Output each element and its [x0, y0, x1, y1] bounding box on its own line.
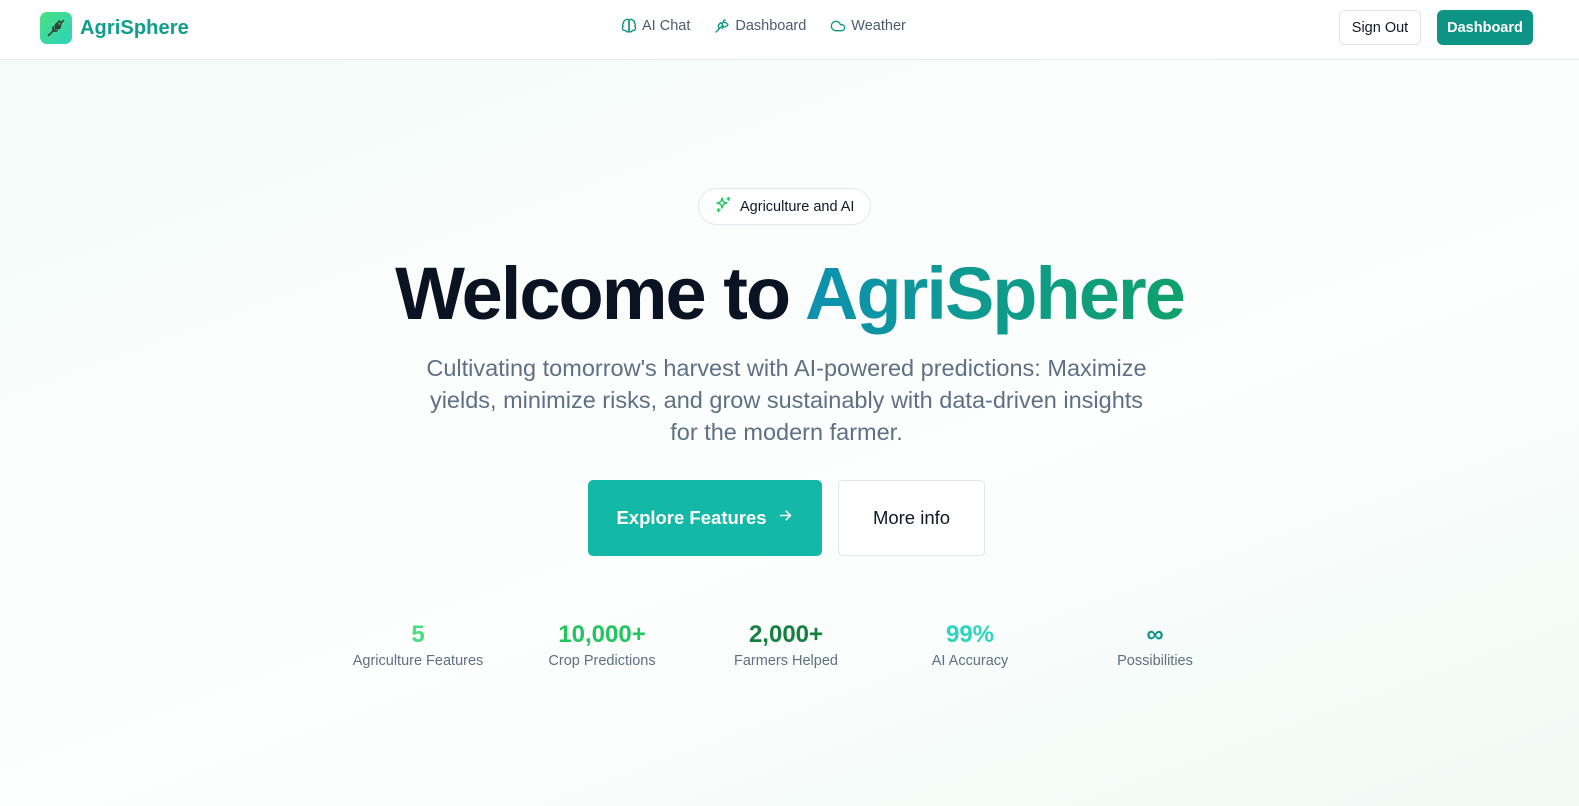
leaf-icon [714, 18, 730, 34]
hero-title-welcome: Welcome to [395, 252, 805, 335]
stat-accuracy: 99% AI Accuracy [878, 620, 1062, 672]
more-info-button[interactable]: More info [838, 480, 985, 556]
cloud-icon [830, 18, 846, 34]
stat-features: 5 Agriculture Features [326, 620, 510, 672]
stat-label: Possibilities [1117, 653, 1193, 669]
hero-title: Welcome to AgriSphere [0, 248, 1579, 340]
hero-badge: Agriculture and AI [698, 188, 872, 225]
nav-ai-chat[interactable]: AI Chat [621, 18, 690, 34]
arrow-right-icon [777, 507, 794, 529]
top-navbar: AgriSphere AI Chat Dashboard Weather Sig… [0, 0, 1579, 60]
explore-features-label: Explore Features [616, 507, 767, 528]
explore-features-button[interactable]: Explore Features [588, 480, 822, 556]
sparkles-icon [715, 196, 732, 217]
nav-dashboard[interactable]: Dashboard [714, 18, 806, 34]
stat-label: Crop Predictions [548, 653, 656, 669]
wheat-icon [40, 12, 72, 44]
brand[interactable]: AgriSphere [40, 12, 189, 44]
stat-label: Farmers Helped [734, 653, 838, 669]
nav-weather-label: Weather [851, 18, 906, 34]
stat-value: 5 [411, 621, 425, 648]
dashboard-button[interactable]: Dashboard [1437, 10, 1533, 45]
stat-value: 10,000+ [558, 621, 646, 648]
hero-title-brand: AgriSphere [804, 252, 1186, 335]
stat-possibilities: ∞ Possibilities [1063, 620, 1247, 672]
hero-subtitle: Cultivating tomorrow's harvest with AI-p… [426, 355, 1147, 445]
stat-farmers: 2,000+ Farmers Helped [694, 620, 878, 672]
brand-name: AgriSphere [80, 16, 189, 39]
stat-label: AI Accuracy [931, 653, 1009, 669]
hero-badge-label: Agriculture and AI [740, 198, 855, 215]
stat-label: Agriculture Features [352, 653, 484, 669]
nav-ai-chat-label: AI Chat [642, 18, 691, 34]
main-nav: AI Chat Dashboard Weather [621, 18, 906, 34]
stat-value: 99% [945, 621, 995, 648]
nav-weather[interactable]: Weather [830, 18, 906, 34]
sign-out-button[interactable]: Sign Out [1339, 10, 1421, 45]
stat-value: 2,000+ [748, 621, 824, 648]
stat-value: ∞ [1146, 621, 1164, 648]
nav-dashboard-label: Dashboard [735, 18, 807, 34]
brain-icon [621, 18, 637, 34]
stat-predictions: 10,000+ Crop Predictions [510, 620, 694, 672]
